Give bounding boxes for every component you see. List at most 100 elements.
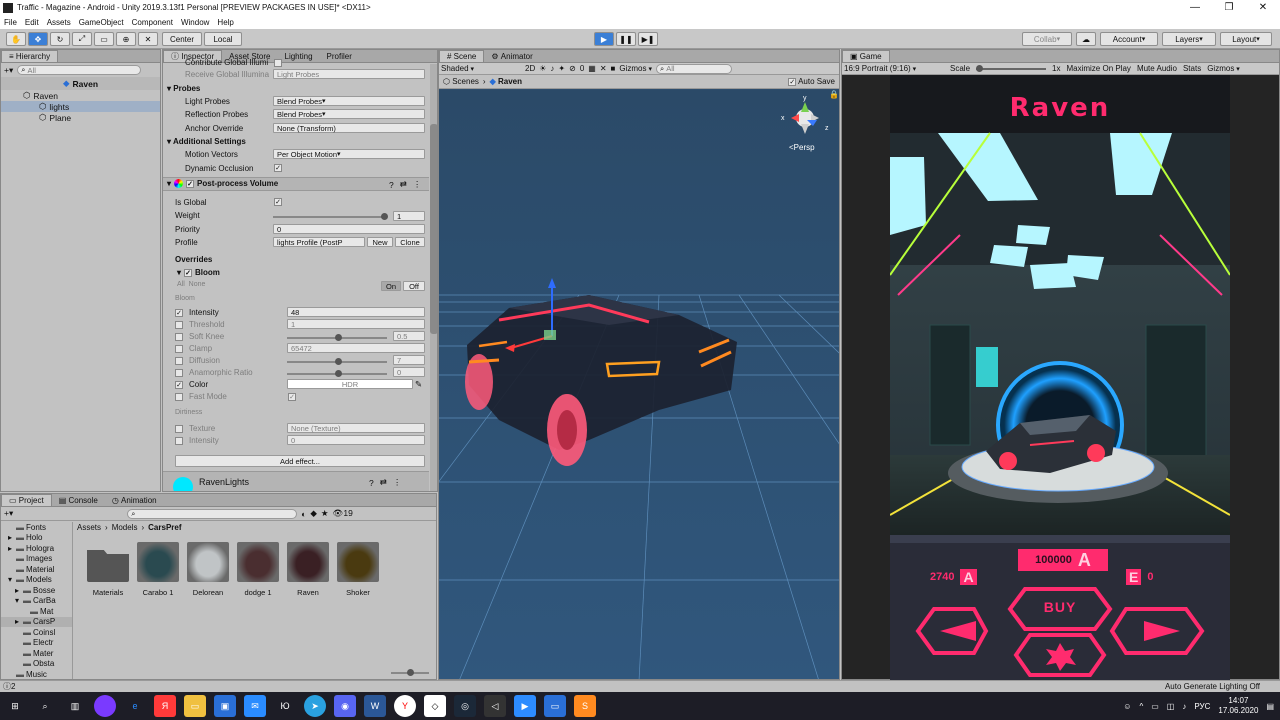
pivot-center-button[interactable]: Center [162, 32, 202, 46]
hand-tool-icon[interactable]: ✋ [6, 32, 26, 46]
hidden-packages-count[interactable]: 👁19 [333, 508, 353, 519]
step-button[interactable]: ▶❚ [638, 32, 658, 46]
tab-hierarchy[interactable]: ≡ Hierarchy [1, 50, 59, 62]
weight-slider[interactable] [273, 213, 388, 220]
ppv-enabled-checkbox[interactable]: ✓ [186, 179, 195, 188]
param-override-checkbox[interactable] [175, 369, 183, 377]
perspective-label[interactable]: <Persp [789, 143, 815, 152]
inspector-scrollbar[interactable] [430, 64, 437, 491]
scenes-link[interactable]: ⬡ Scenes [443, 77, 479, 86]
layout-dropdown[interactable]: Layout [1220, 32, 1272, 46]
probes-header[interactable]: ▾ Probes [167, 84, 200, 93]
grid-toggle-icon[interactable]: ▦ [588, 64, 596, 73]
game-viewport[interactable]: Raven 100000 A 2740 A E 0 BUY [890, 75, 1230, 680]
breadcrumb-assets[interactable]: Assets [77, 523, 101, 532]
folder-tree-item[interactable]: ▸ ▬ Hologra [1, 543, 72, 554]
param-override-checkbox[interactable] [175, 333, 183, 341]
layers-dropdown[interactable]: Layers [1162, 32, 1216, 46]
param-slider[interactable] [287, 370, 387, 377]
expand-arrow-icon[interactable]: ▾ [15, 596, 21, 605]
param-input[interactable]: 1 [287, 319, 425, 329]
slider-knob[interactable] [335, 334, 342, 341]
motion-vectors-dropdown[interactable]: Per Object Motion [273, 149, 425, 159]
hierarchy-search-input[interactable]: ⌕ All [17, 65, 142, 75]
asset-item[interactable]: Carabo 1 [135, 542, 181, 597]
gi-contribute-checkbox[interactable] [274, 59, 282, 67]
shading-mode-dropdown[interactable]: Shaded [441, 64, 521, 73]
folder-tree-item[interactable]: ▬ Mater [1, 648, 72, 659]
weight-input[interactable]: 1 [393, 211, 425, 221]
create-plus-icon[interactable]: +▾ [4, 508, 13, 519]
tab-profiler[interactable]: Profiler [320, 50, 359, 62]
scale-tool-icon[interactable]: ⤢ [72, 32, 92, 46]
asset-item[interactable]: Raven [285, 542, 331, 597]
maximize-on-play-toggle[interactable]: Maximize On Play [1066, 64, 1130, 73]
steam-icon[interactable]: ◎ [454, 695, 476, 717]
menu-assets[interactable]: Assets [43, 18, 75, 27]
texture-override-checkbox[interactable] [175, 425, 183, 433]
fast-mode-checkbox[interactable]: ✓ [288, 393, 296, 401]
light-probes-dropdown[interactable]: Blend Probes [273, 96, 425, 106]
unity-hub-icon[interactable]: ◇ [424, 695, 446, 717]
mute-audio-toggle[interactable]: Mute Audio [1137, 64, 1177, 73]
param-override-checkbox[interactable]: ✓ [175, 381, 183, 389]
people-icon[interactable]: ☺ [1123, 702, 1131, 711]
hierarchy-item-raven[interactable]: ⬡ Raven [1, 90, 160, 101]
gi-receive-dropdown[interactable]: Light Probes [273, 69, 425, 79]
folder-tree-item[interactable]: ▸ ▬ Bosse [1, 585, 72, 596]
param-input[interactable]: 0.5 [393, 331, 425, 341]
scene-viewport[interactable]: y x z <Persp [439, 90, 840, 680]
aspect-dropdown[interactable]: 16:9 Portrait (9:16) [844, 64, 944, 73]
texture-field[interactable]: None (Texture) [287, 423, 425, 433]
tab-animation[interactable]: ◷ Animation [105, 494, 164, 506]
thumbnail-size-slider[interactable] [391, 669, 429, 676]
cloud-icon[interactable]: ☁ [1076, 32, 1096, 46]
app-icon[interactable]: Ю [274, 695, 296, 717]
custom-tool-icon[interactable]: ✕ [138, 32, 158, 46]
hierarchy-item-plane[interactable]: ⬡ Plane [1, 112, 160, 123]
remote-desktop-icon[interactable]: ▭ [544, 695, 566, 717]
unity-icon[interactable]: ◁ [484, 695, 506, 717]
param-override-checkbox[interactable] [175, 321, 183, 329]
maximize-button[interactable]: ❐ [1212, 2, 1246, 13]
profile-new-button[interactable]: New [367, 237, 393, 247]
scrollbar-thumb[interactable] [430, 124, 437, 334]
word-icon[interactable]: W [364, 695, 386, 717]
scale-slider[interactable] [976, 64, 1047, 72]
param-slider[interactable] [287, 358, 387, 365]
menu-gameobject[interactable]: GameObject [75, 18, 128, 27]
asset-item[interactable]: Delorean [185, 542, 231, 597]
lighting-toggle-icon[interactable]: ☀ [539, 64, 546, 73]
bloom-on-button[interactable]: On [381, 281, 401, 291]
folder-tree-item[interactable]: ▬ Images [1, 554, 72, 565]
language-indicator[interactable]: РУС [1194, 702, 1210, 711]
notifications-icon[interactable]: ▤ [1266, 702, 1274, 711]
zoom-icon[interactable]: ▶ [514, 695, 536, 717]
additional-settings-header[interactable]: ▾ Additional Settings [167, 137, 246, 146]
eyedropper-icon[interactable]: ✎ [415, 379, 422, 390]
discord-icon[interactable]: ◉ [334, 695, 356, 717]
edge-icon[interactable]: e [124, 695, 146, 717]
bloom-color-field[interactable]: HDR [287, 379, 413, 389]
audio-toggle-icon[interactable]: ♪ [550, 64, 554, 73]
tab-console[interactable]: ▤ Console [52, 494, 105, 506]
cortana-icon[interactable] [94, 695, 116, 717]
tab-project[interactable]: ▭ Project [1, 494, 52, 506]
move-tool-icon[interactable]: ✥ [28, 32, 48, 46]
folder-tree-item[interactable]: ▬ Obsta [1, 659, 72, 670]
param-override-checkbox[interactable]: ✓ [175, 309, 183, 317]
folder-tree-item[interactable]: ▸ ▬ Holo [1, 533, 72, 544]
param-input[interactable]: 48 [287, 307, 425, 317]
pivot-local-button[interactable]: Local [204, 32, 242, 46]
param-override-checkbox[interactable] [175, 345, 183, 353]
dirt-intensity-override-checkbox[interactable] [175, 437, 183, 445]
sublime-icon[interactable]: S [574, 695, 596, 717]
expand-arrow-icon[interactable]: ▾ [8, 575, 14, 584]
profile-field[interactable]: lights Profile (PostP [273, 237, 365, 247]
collab-dropdown[interactable]: Collab [1022, 32, 1072, 46]
param-input[interactable]: 0 [393, 367, 425, 377]
expand-arrow-icon[interactable]: ▸ [8, 544, 14, 553]
asset-item[interactable]: dodge 1 [235, 542, 281, 597]
tab-animator[interactable]: ⚙ Animator [484, 50, 539, 62]
slider-knob[interactable] [976, 64, 984, 72]
